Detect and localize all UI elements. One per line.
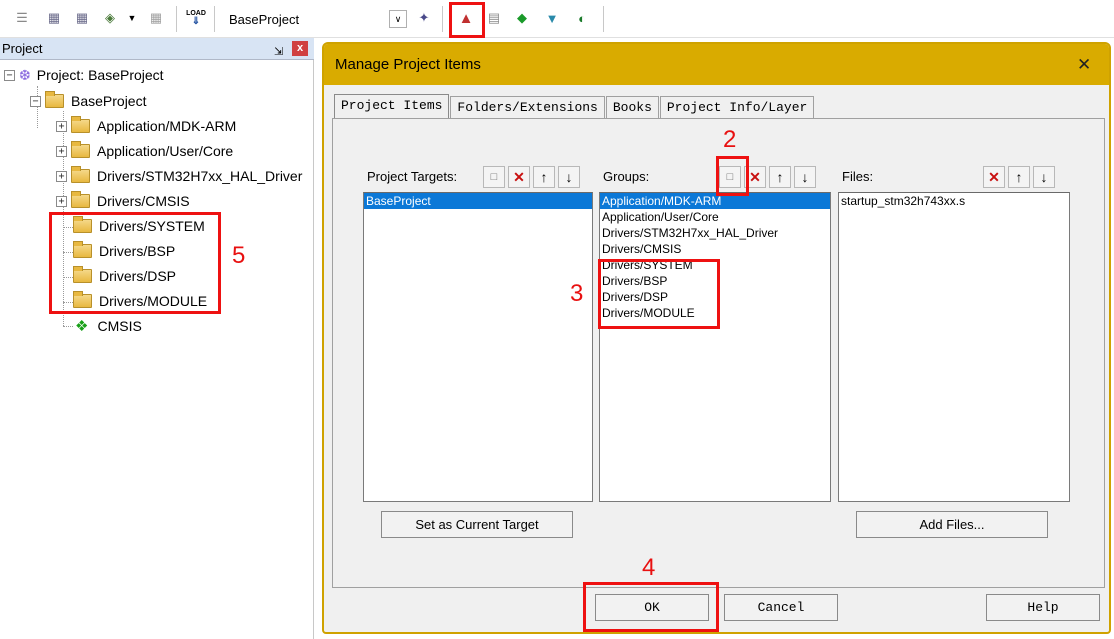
- select-packs-icon[interactable]: ◐: [572, 8, 592, 28]
- rte-icon[interactable]: ◆: [512, 8, 532, 28]
- add-files-button[interactable]: Add Files...: [856, 511, 1048, 538]
- tree-item-group[interactable]: + Drivers/STM32H7xx_HAL_Driver: [56, 165, 302, 187]
- targets-header: Project Targets: □ ✕ ↑ ↓: [363, 165, 595, 189]
- target-select[interactable]: BaseProject: [222, 8, 392, 32]
- tree-connector: [63, 326, 73, 327]
- tab-project-info-layer[interactable]: Project Info/Layer: [659, 96, 815, 118]
- list-item[interactable]: startup_stm32h743xx.s: [839, 193, 1069, 209]
- tree-item-label: Application/MDK-ARM: [97, 118, 237, 134]
- annotation-3: 3: [570, 280, 584, 307]
- list-item[interactable]: Application/MDK-ARM: [600, 193, 830, 209]
- collapse-icon[interactable]: −: [4, 69, 15, 81]
- tab-books[interactable]: Books: [605, 96, 659, 118]
- move-group-up-button[interactable]: ↑: [769, 166, 791, 188]
- annotation-2: 2: [723, 126, 737, 153]
- files-header: Files: ✕ ↑ ↓: [838, 165, 1070, 189]
- layers-icon[interactable]: ◈: [100, 8, 120, 28]
- tree-item-label: CMSIS: [97, 318, 142, 334]
- load-icon[interactable]: LOAD ⇓: [186, 8, 206, 28]
- manage-project-items-dialog: Manage Project Items ✕ Project Items Fol…: [322, 42, 1111, 634]
- folder-icon: [71, 191, 90, 208]
- move-target-down-button[interactable]: ↓: [558, 166, 580, 188]
- pin-icon[interactable]: ⇲: [274, 41, 283, 63]
- move-target-up-button[interactable]: ↑: [533, 166, 555, 188]
- tree-item-group[interactable]: + Drivers/CMSIS: [56, 190, 190, 212]
- groups-header: Groups: □ ✕ ↑ ↓: [599, 165, 831, 189]
- expand-icon[interactable]: +: [56, 145, 67, 157]
- files-list[interactable]: startup_stm32h743xx.s: [838, 192, 1070, 502]
- expand-icon[interactable]: +: [56, 120, 67, 132]
- dialog-title: Manage Project Items: [335, 56, 481, 73]
- list-item[interactable]: Application/User/Core: [600, 209, 830, 225]
- tree-item-label: Application/User/Core: [97, 143, 234, 159]
- folder-icon: [71, 166, 90, 183]
- tree-item-cmsis[interactable]: ❖ CMSIS: [75, 315, 142, 337]
- panel-close-button[interactable]: x: [292, 41, 308, 56]
- list-item[interactable]: Drivers/STM32H7xx_HAL_Driver: [600, 225, 830, 241]
- stack-icon[interactable]: ☰: [12, 8, 32, 28]
- move-file-up-button[interactable]: ↑: [1008, 166, 1030, 188]
- highlight-box-new-groups-tree: [49, 212, 221, 314]
- tab-project-items[interactable]: Project Items: [334, 94, 450, 119]
- project-panel-title: Project ⇲ x: [0, 38, 314, 60]
- highlight-box-new-groups-list: [598, 259, 720, 329]
- magic-wand-icon[interactable]: ✦: [414, 8, 434, 28]
- dialog-tabs: Project Items Folders/Extensions Books P…: [334, 94, 815, 119]
- delete-target-button[interactable]: ✕: [508, 166, 530, 188]
- list-item[interactable]: Drivers/CMSIS: [600, 241, 830, 257]
- collapse-icon[interactable]: −: [30, 95, 41, 107]
- targets-list[interactable]: BaseProject: [363, 192, 593, 502]
- tree-item-label: Drivers/STM32H7xx_HAL_Driver: [97, 168, 303, 184]
- rte-component-icon: ❖: [75, 318, 89, 335]
- toolbar-separator: [603, 6, 604, 32]
- tree-item-label: BaseProject: [71, 93, 147, 109]
- project-icon: ❆: [19, 66, 31, 83]
- new-target-button[interactable]: □: [483, 166, 505, 188]
- set-current-target-button[interactable]: Set as Current Target: [381, 511, 573, 538]
- highlight-box-manage-button: [449, 2, 485, 38]
- highlight-box-new-group-button: [716, 156, 749, 196]
- combo-dropdown-icon[interactable]: ∨: [389, 10, 407, 28]
- move-group-down-button[interactable]: ↓: [794, 166, 816, 188]
- tree-item-project-root[interactable]: − ❆ Project: BaseProject: [4, 64, 164, 86]
- batch-build-icon[interactable]: ▦: [146, 8, 166, 28]
- toolbar-separator: [442, 6, 443, 32]
- annotation-4: 4: [642, 554, 656, 581]
- calendar-grid-icon[interactable]: ▦: [72, 8, 92, 28]
- cancel-button[interactable]: Cancel: [724, 594, 838, 621]
- toolbar-separator: [214, 6, 215, 32]
- folder-icon: [71, 141, 90, 158]
- tree-item-label: Drivers/CMSIS: [97, 193, 190, 209]
- groups-label: Groups:: [603, 169, 650, 184]
- annotation-5: 5: [232, 242, 246, 269]
- dropdown-arrow-icon[interactable]: ▼: [122, 8, 142, 28]
- target-folder-icon: [45, 91, 64, 108]
- dialog-title-bar: Manage Project Items ✕: [324, 44, 1109, 85]
- files-label: Files:: [842, 169, 874, 184]
- pack-installer-icon[interactable]: ▼: [542, 8, 562, 28]
- toolbar-separator: [176, 6, 177, 32]
- expand-icon[interactable]: +: [56, 195, 67, 207]
- tree-item-group[interactable]: + Application/User/Core: [56, 140, 233, 162]
- delete-file-button[interactable]: ✕: [983, 166, 1005, 188]
- dialog-close-button[interactable]: ✕: [1077, 55, 1091, 75]
- tree-item-label: Project: BaseProject: [36, 67, 164, 83]
- main-toolbar: ☰ ▦ ▦ ◈ ▼ ▦ LOAD ⇓ BaseProject ∨ ✦ ▲ ▤ ◆ …: [0, 0, 1114, 38]
- help-button[interactable]: Help: [986, 594, 1100, 621]
- highlight-box-ok-button: [583, 582, 719, 632]
- tree-item-group[interactable]: + Application/MDK-ARM: [56, 115, 236, 137]
- targets-label: Project Targets:: [367, 169, 458, 184]
- tab-folders-extensions[interactable]: Folders/Extensions: [450, 96, 605, 118]
- tree-item-target[interactable]: − BaseProject: [30, 90, 146, 112]
- folder-icon: [71, 116, 90, 133]
- groups-list[interactable]: Application/MDK-ARM Application/User/Cor…: [599, 192, 831, 502]
- panel-title-text: Project: [2, 41, 43, 56]
- expand-icon[interactable]: +: [56, 170, 67, 182]
- list-item[interactable]: BaseProject: [364, 193, 592, 209]
- calendar-icon[interactable]: ▦: [44, 8, 64, 28]
- project-panel: Project ⇲ x − ❆ Project: BaseProject − B…: [0, 38, 314, 639]
- move-file-down-button[interactable]: ↓: [1033, 166, 1055, 188]
- file-extensions-icon[interactable]: ▤: [484, 8, 504, 28]
